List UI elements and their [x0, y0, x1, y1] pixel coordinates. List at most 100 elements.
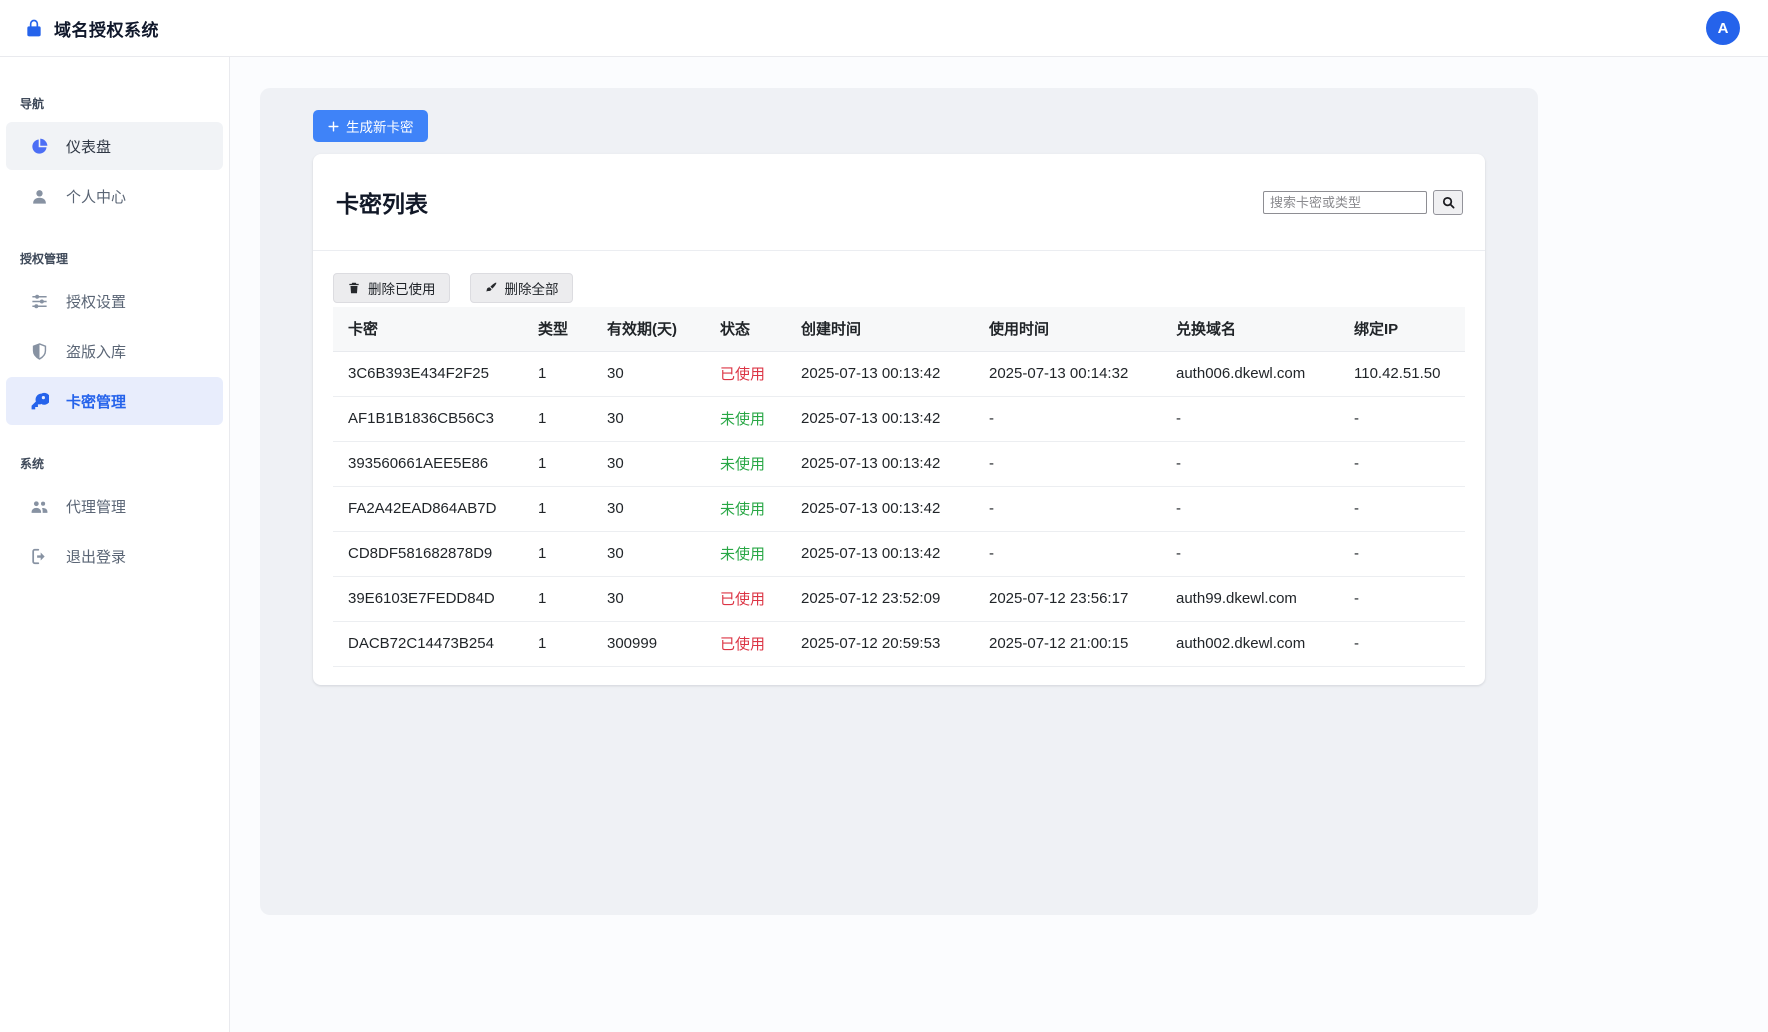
- cell-status: 已使用: [705, 351, 786, 396]
- cell-domain: auth002.dkewl.com: [1161, 621, 1339, 666]
- cell-status: 已使用: [705, 576, 786, 621]
- avatar[interactable]: A: [1706, 11, 1740, 45]
- cell-used_at: 2025-07-12 21:00:15: [974, 621, 1161, 666]
- cell-created: 2025-07-13 00:13:42: [786, 441, 974, 486]
- cell-key: 39E6103E7FEDD84D: [333, 576, 523, 621]
- cell-used_at: -: [974, 441, 1161, 486]
- cell-domain: auth006.dkewl.com: [1161, 351, 1339, 396]
- table-row: 3C6B393E434F2F25130已使用2025-07-13 00:13:4…: [333, 351, 1465, 396]
- search-area: [1263, 190, 1463, 215]
- card-header: 卡密列表: [313, 154, 1485, 251]
- cell-created: 2025-07-12 20:59:53: [786, 621, 974, 666]
- key-icon: [30, 392, 49, 411]
- cell-ip: -: [1339, 396, 1465, 441]
- cell-validity: 30: [592, 531, 705, 576]
- cell-status: 未使用: [705, 441, 786, 486]
- cell-created: 2025-07-13 00:13:42: [786, 351, 974, 396]
- sliders-icon: [30, 292, 49, 311]
- table-row: CD8DF581682878D9130未使用2025-07-13 00:13:4…: [333, 531, 1465, 576]
- search-icon: [1441, 195, 1456, 210]
- cell-type: 1: [523, 351, 592, 396]
- sidebar-item-agents[interactable]: 代理管理: [6, 482, 223, 530]
- sidebar-item-label: 仪表盘: [66, 136, 111, 157]
- table-row: 39E6103E7FEDD84D130已使用2025-07-12 23:52:0…: [333, 576, 1465, 621]
- cell-type: 1: [523, 621, 592, 666]
- generate-key-button[interactable]: 生成新卡密: [313, 110, 428, 142]
- cell-status: 未使用: [705, 531, 786, 576]
- cell-created: 2025-07-13 00:13:42: [786, 486, 974, 531]
- lock-icon: [24, 18, 44, 38]
- delete-all-label: 删除全部: [505, 278, 559, 298]
- cell-key: FA2A42EAD864AB7D: [333, 486, 523, 531]
- sidebar-item-card-keys[interactable]: 卡密管理: [6, 377, 223, 425]
- nav-section-label: 导航: [0, 95, 229, 112]
- sidebar-item-auth-settings[interactable]: 授权设置: [6, 277, 223, 325]
- card-body: 删除已使用 删除全部 卡密类型有效期(天)状态创建时间使用时间兑换域名绑定IP: [313, 251, 1485, 685]
- sidebar-item-label: 卡密管理: [66, 391, 126, 412]
- delete-used-label: 删除已使用: [368, 278, 436, 298]
- cell-ip: -: [1339, 486, 1465, 531]
- app-title: 域名授权系统: [54, 16, 159, 41]
- sidebar: 导航 仪表盘 个人中心 授权管理 授权设置 盗版入库: [0, 57, 230, 1032]
- cell-key: DACB72C14473B254: [333, 621, 523, 666]
- cell-used_at: -: [974, 486, 1161, 531]
- cell-type: 1: [523, 486, 592, 531]
- cell-key: 393560661AEE5E86: [333, 441, 523, 486]
- column-header: 创建时间: [786, 307, 974, 351]
- cell-validity: 30: [592, 351, 705, 396]
- sidebar-item-profile[interactable]: 个人中心: [6, 172, 223, 220]
- table-head-row: 卡密类型有效期(天)状态创建时间使用时间兑换域名绑定IP: [333, 307, 1465, 351]
- search-button[interactable]: [1433, 190, 1463, 215]
- trash-icon: [347, 281, 361, 295]
- cell-domain: -: [1161, 531, 1339, 576]
- sidebar-item-label: 退出登录: [66, 546, 126, 567]
- cell-type: 1: [523, 396, 592, 441]
- sidebar-item-dashboard[interactable]: 仪表盘: [6, 122, 223, 170]
- plus-icon: [327, 120, 340, 133]
- cell-used_at: -: [974, 531, 1161, 576]
- users-icon: [30, 497, 49, 516]
- cell-key: 3C6B393E434F2F25: [333, 351, 523, 396]
- cell-validity: 300999: [592, 621, 705, 666]
- user-icon: [30, 187, 49, 206]
- cell-created: 2025-07-13 00:13:42: [786, 531, 974, 576]
- logout-icon: [30, 547, 49, 566]
- cell-ip: -: [1339, 576, 1465, 621]
- table-body: 3C6B393E434F2F25130已使用2025-07-13 00:13:4…: [333, 351, 1465, 666]
- brand: 域名授权系统: [24, 16, 159, 41]
- cell-key: AF1B1B1836CB56C3: [333, 396, 523, 441]
- column-header: 有效期(天): [592, 307, 705, 351]
- card-key-table: 卡密类型有效期(天)状态创建时间使用时间兑换域名绑定IP 3C6B393E434…: [333, 307, 1465, 667]
- cell-used_at: -: [974, 396, 1161, 441]
- table-row: AF1B1B1836CB56C3130未使用2025-07-13 00:13:4…: [333, 396, 1465, 441]
- table-actions: 删除已使用 删除全部: [333, 273, 1465, 303]
- cell-used_at: 2025-07-13 00:14:32: [974, 351, 1161, 396]
- delete-all-button[interactable]: 删除全部: [470, 273, 573, 303]
- table-row: 393560661AEE5E86130未使用2025-07-13 00:13:4…: [333, 441, 1465, 486]
- generate-key-label: 生成新卡密: [346, 116, 414, 136]
- pie-chart-icon: [30, 137, 49, 156]
- sidebar-item-label: 个人中心: [66, 186, 126, 207]
- cell-key: CD8DF581682878D9: [333, 531, 523, 576]
- search-input[interactable]: [1263, 191, 1427, 214]
- cell-domain: -: [1161, 441, 1339, 486]
- app-header: 域名授权系统 A: [0, 0, 1768, 57]
- main-panel: 生成新卡密 卡密列表: [260, 88, 1538, 915]
- sidebar-item-piracy-db[interactable]: 盗版入库: [6, 327, 223, 375]
- delete-used-button[interactable]: 删除已使用: [333, 273, 450, 303]
- card-title: 卡密列表: [336, 185, 428, 219]
- cell-validity: 30: [592, 396, 705, 441]
- cell-validity: 30: [592, 576, 705, 621]
- column-header: 状态: [705, 307, 786, 351]
- sidebar-item-label: 授权设置: [66, 291, 126, 312]
- cell-domain: auth99.dkewl.com: [1161, 576, 1339, 621]
- cell-used_at: 2025-07-12 23:56:17: [974, 576, 1161, 621]
- nav-section-label: 授权管理: [0, 250, 229, 267]
- cell-type: 1: [523, 576, 592, 621]
- column-header: 使用时间: [974, 307, 1161, 351]
- cell-type: 1: [523, 531, 592, 576]
- cell-ip: -: [1339, 621, 1465, 666]
- sidebar-item-logout[interactable]: 退出登录: [6, 532, 223, 580]
- table-row: DACB72C14473B2541300999已使用2025-07-12 20:…: [333, 621, 1465, 666]
- sidebar-item-label: 盗版入库: [66, 341, 126, 362]
